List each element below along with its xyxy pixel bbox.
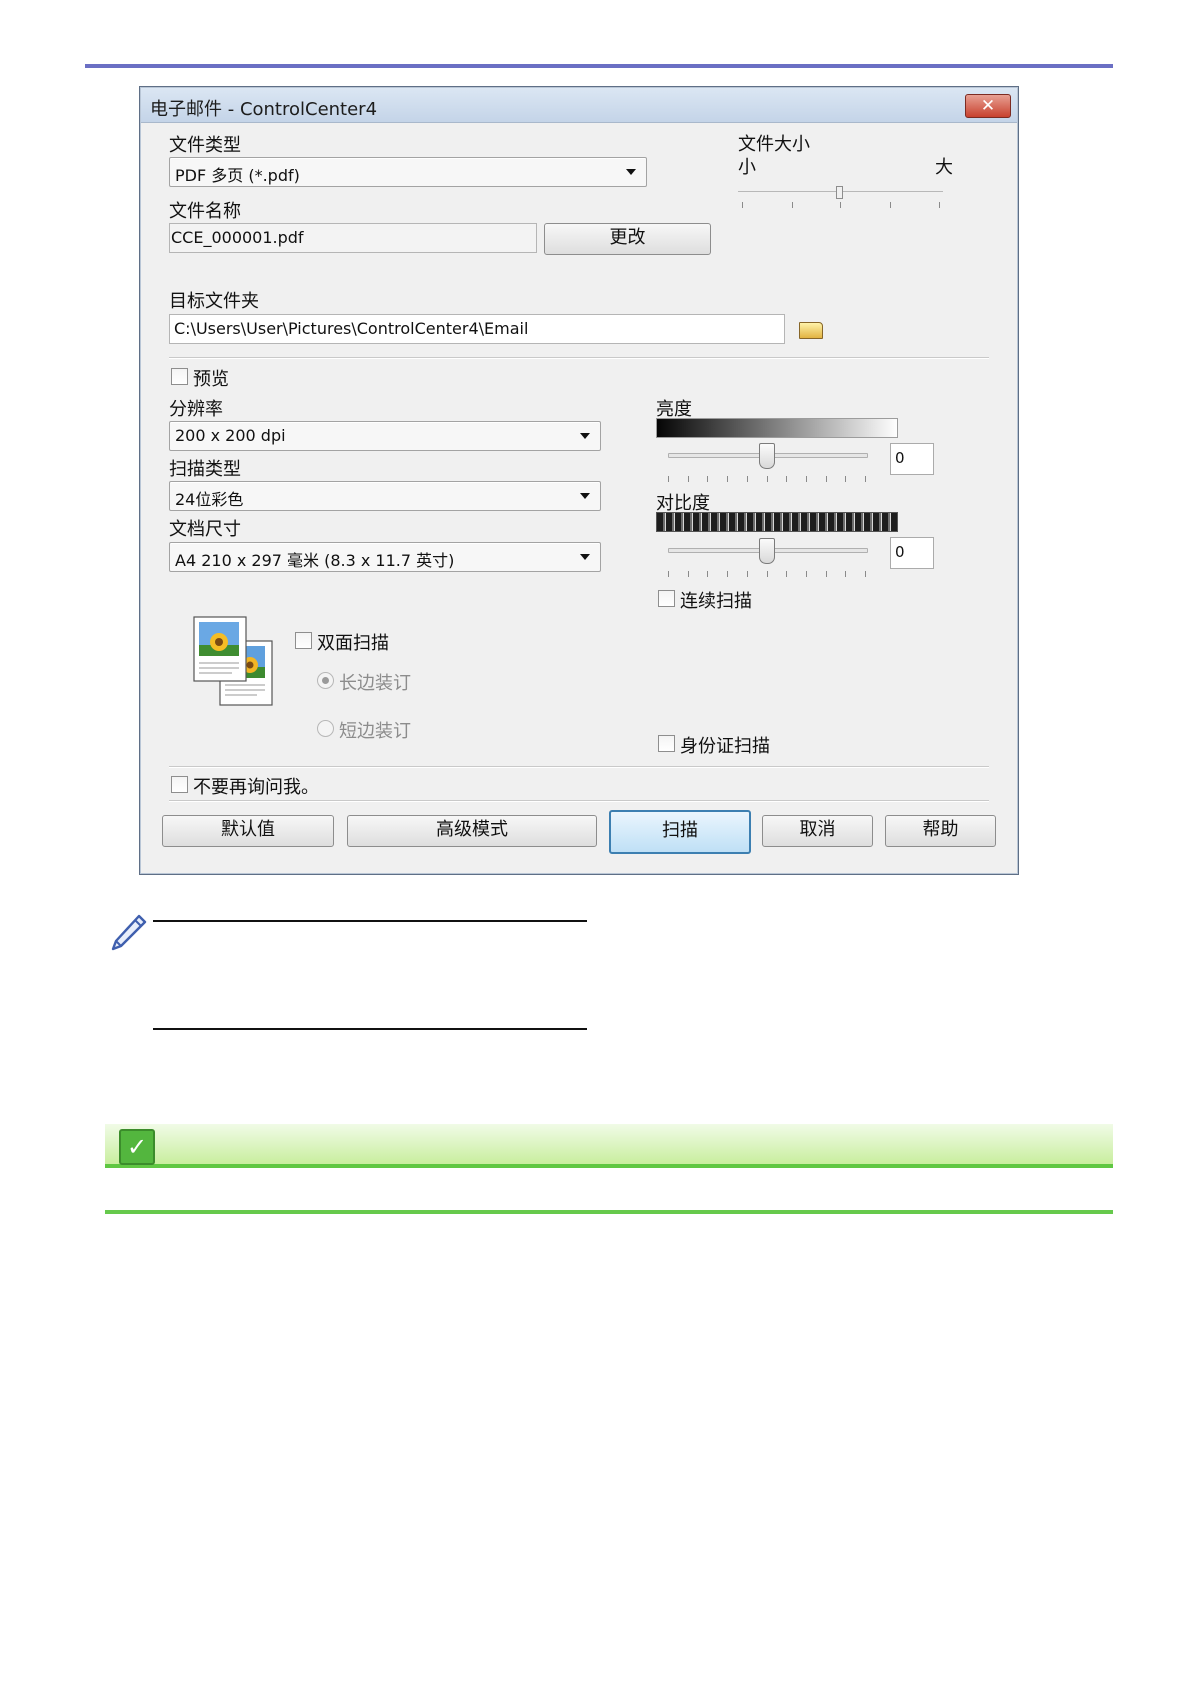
slider-tick: [826, 571, 827, 577]
slider-tick: [767, 476, 768, 482]
file-size-tick: [939, 202, 940, 208]
separator: [169, 357, 989, 359]
file-type-label: 文件类型: [169, 135, 241, 156]
slider-tick: [707, 476, 708, 482]
dialog-title: 电子邮件 - ControlCenter4: [150, 99, 378, 120]
long-edge-label: 长边装订: [339, 673, 411, 694]
title-bar: 电子邮件 - ControlCenter4 ✕: [141, 88, 1017, 123]
slider-tick: [747, 476, 748, 482]
scan-type-value: 24位彩色: [175, 490, 244, 509]
short-edge-label: 短边装订: [339, 721, 411, 742]
dont-ask-checkbox[interactable]: [171, 776, 188, 793]
preview-checkbox[interactable]: [171, 368, 188, 385]
cancel-button[interactable]: 取消: [762, 815, 873, 847]
chevron-down-icon: [580, 554, 590, 560]
slider-tick: [865, 476, 866, 482]
file-size-min-label: 小: [738, 157, 756, 178]
slider-tick: [865, 571, 866, 577]
help-button[interactable]: 帮助: [885, 815, 996, 847]
contrast-value: 0: [895, 543, 905, 561]
slider-tick: [786, 476, 787, 482]
duplex-scan-checkbox[interactable]: [295, 632, 312, 649]
advanced-mode-button[interactable]: 高级模式: [347, 815, 597, 847]
slider-tick: [668, 571, 669, 577]
brightness-slider-thumb[interactable]: [759, 443, 775, 469]
short-edge-radio[interactable]: [317, 720, 334, 737]
slider-tick: [747, 571, 748, 577]
chevron-down-icon: [580, 493, 590, 499]
file-type-value: PDF 多页 (*.pdf): [175, 166, 300, 185]
slider-tick: [845, 571, 846, 577]
brightness-ticks: [668, 476, 866, 482]
email-dialog: 电子邮件 - ControlCenter4 ✕ 文件类型 PDF 多页 (*.p…: [139, 86, 1019, 875]
id-scan-label: 身份证扫描: [680, 736, 770, 757]
slider-tick: [707, 571, 708, 577]
file-size-tick: [792, 202, 793, 208]
pencil-icon: [108, 912, 148, 954]
dest-folder-field[interactable]: C:\Users\User\Pictures\ControlCenter4\Em…: [169, 314, 785, 344]
file-size-slider-thumb[interactable]: [836, 186, 843, 199]
slider-tick: [688, 476, 689, 482]
green-rule: [105, 1210, 1113, 1214]
preview-label: 预览: [193, 369, 229, 390]
contrast-slider-thumb[interactable]: [759, 538, 775, 564]
slider-tick: [767, 571, 768, 577]
file-size-tick: [840, 202, 841, 208]
dest-folder-value: C:\Users\User\Pictures\ControlCenter4\Em…: [174, 319, 529, 338]
brightness-gradient: [656, 418, 898, 438]
brightness-input[interactable]: 0: [890, 443, 934, 475]
check-icon: ✓: [119, 1129, 155, 1165]
file-size-tick: [742, 202, 743, 208]
note-bottom-rule: [153, 1028, 587, 1030]
default-button[interactable]: 默认值: [162, 815, 334, 847]
doc-size-label: 文档尺寸: [169, 519, 241, 540]
slider-tick: [668, 476, 669, 482]
slider-tick: [786, 571, 787, 577]
slider-tick: [727, 476, 728, 482]
contrast-input[interactable]: 0: [890, 537, 934, 569]
long-edge-radio[interactable]: [317, 672, 334, 689]
contrast-ticks: [668, 571, 866, 577]
chevron-down-icon: [580, 433, 590, 439]
continuous-scan-checkbox[interactable]: [658, 590, 675, 607]
resolution-value: 200 x 200 dpi: [175, 426, 286, 445]
id-scan-checkbox[interactable]: [658, 735, 675, 752]
dest-folder-label: 目标文件夹: [169, 291, 259, 312]
change-button[interactable]: 更改: [544, 223, 711, 255]
top-rule: [85, 64, 1113, 68]
close-button[interactable]: ✕: [965, 94, 1011, 118]
resolution-select[interactable]: 200 x 200 dpi: [169, 421, 601, 451]
resolution-label: 分辨率: [169, 399, 223, 420]
separator: [169, 800, 989, 802]
slider-tick: [806, 571, 807, 577]
slider-tick: [806, 476, 807, 482]
file-name-label: 文件名称: [169, 201, 241, 222]
doc-size-select[interactable]: A4 210 x 297 毫米 (8.3 x 11.7 英寸): [169, 542, 601, 572]
file-type-select[interactable]: PDF 多页 (*.pdf): [169, 157, 647, 187]
brightness-value: 0: [895, 449, 905, 467]
dont-ask-label: 不要再询问我。: [193, 777, 319, 798]
folder-icon[interactable]: [799, 322, 823, 339]
separator: [169, 766, 989, 768]
file-size-tick: [890, 202, 891, 208]
slider-tick: [727, 571, 728, 577]
chevron-down-icon: [626, 169, 636, 175]
contrast-gradient: [656, 512, 898, 532]
scan-type-select[interactable]: 24位彩色: [169, 481, 601, 511]
file-name-value: CCE_000001.pdf: [171, 228, 304, 247]
file-size-max-label: 大: [935, 157, 953, 178]
doc-size-value: A4 210 x 297 毫米 (8.3 x 11.7 英寸): [175, 551, 455, 570]
file-name-field[interactable]: CCE_000001.pdf: [169, 223, 537, 253]
note-top-rule: [153, 920, 587, 922]
slider-tick: [826, 476, 827, 482]
continuous-scan-label: 连续扫描: [680, 591, 752, 612]
scan-type-label: 扫描类型: [169, 459, 241, 480]
slider-tick: [845, 476, 846, 482]
duplex-scan-label: 双面扫描: [317, 633, 389, 654]
duplex-document-icon: [192, 615, 280, 713]
related-info-bar: ✓: [105, 1124, 1113, 1168]
slider-tick: [688, 571, 689, 577]
scan-button[interactable]: 扫描: [609, 810, 751, 854]
